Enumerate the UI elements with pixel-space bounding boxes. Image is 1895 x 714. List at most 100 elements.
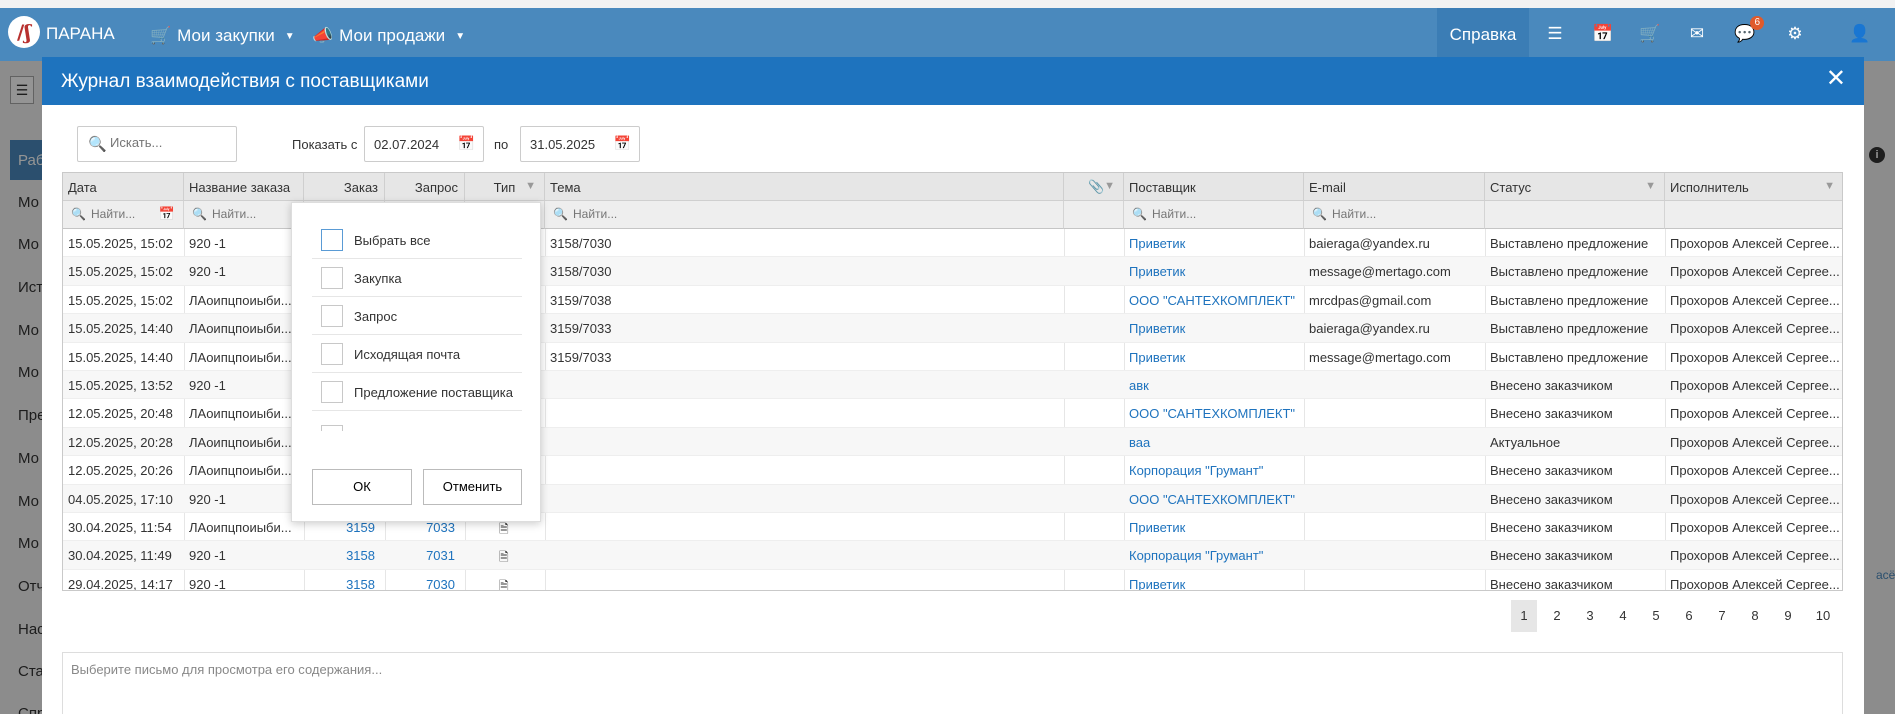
column-header-supplier[interactable]: Поставщик xyxy=(1124,173,1304,201)
cell-date: 15.05.2025, 15:02 xyxy=(68,292,173,308)
column-header-attachment[interactable]: 📎 ▼ xyxy=(1064,173,1124,201)
column-header-executor[interactable]: Исполнитель ▼ xyxy=(1665,173,1842,201)
page-5[interactable]: 5 xyxy=(1643,600,1669,632)
filter-option-request[interactable]: Запрос xyxy=(312,297,522,335)
filter-option-outgoing-mail[interactable]: Исходящая почта xyxy=(312,335,522,373)
sitemap-icon[interactable]: ⚙ xyxy=(1780,22,1810,46)
filter-icon[interactable]: ▼ xyxy=(525,180,536,192)
page-6[interactable]: 6 xyxy=(1676,600,1702,632)
filter-supplier[interactable]: 🔍 xyxy=(1124,201,1304,229)
date-to-field[interactable]: 31.05.2025 📅 xyxy=(520,126,640,162)
page-7[interactable]: 7 xyxy=(1709,600,1735,632)
type-filter-popup: Выбрать все Закупка Запрос Исходящая поч… xyxy=(291,202,541,522)
filter-option-purchase[interactable]: Закупка xyxy=(312,259,522,297)
document-icon[interactable]: 🗎 xyxy=(499,577,513,590)
filter-supplier-input[interactable] xyxy=(1152,207,1278,221)
cell-supplier-link[interactable]: Приветик xyxy=(1129,577,1299,590)
column-header-topic[interactable]: Тема xyxy=(545,173,1064,201)
document-icon[interactable]: 🗎 xyxy=(499,548,513,569)
column-header-status[interactable]: Статус ▼ xyxy=(1485,173,1665,201)
page-10[interactable]: 10 xyxy=(1808,600,1838,632)
filter-icon[interactable]: ▼ xyxy=(1824,180,1835,192)
filter-icon[interactable]: ▼ xyxy=(1645,180,1656,192)
user-icon[interactable]: 👤 xyxy=(1845,22,1875,46)
cell-request-link[interactable]: 7031 xyxy=(389,548,455,563)
filter-icon[interactable]: ▼ xyxy=(1104,180,1115,192)
calendar-icon[interactable]: 📅 xyxy=(614,135,631,152)
cell-order-name: ЛАоипцпоиыби... xyxy=(189,434,292,450)
filter-email-input[interactable] xyxy=(1332,207,1458,221)
search-input[interactable] xyxy=(110,135,230,150)
table-row[interactable]: 30.04.2025, 11:49 920 -1 3158 7031 🗎 Кор… xyxy=(63,541,1842,570)
cell-supplier-link[interactable]: Корпорация "Грумант" xyxy=(1129,463,1299,478)
table-row[interactable]: 29.04.2025, 14:17 920 -1 3158 7030 🗎 При… xyxy=(63,570,1842,590)
cell-supplier-link[interactable]: ООО "САНТЕХКОМПЛЕКТ" xyxy=(1129,492,1299,507)
logo-icon[interactable]: /ʃ xyxy=(8,16,40,48)
page-8[interactable]: 8 xyxy=(1742,600,1768,632)
filter-option-select-all[interactable]: Выбрать все xyxy=(312,221,522,259)
cell-date: 15.05.2025, 14:40 xyxy=(68,321,173,337)
cell-date: 30.04.2025, 11:49 xyxy=(68,548,172,564)
filter-topic[interactable]: 🔍 xyxy=(545,201,1064,229)
cell-supplier-link[interactable]: Приветик xyxy=(1129,350,1299,365)
column-header-date[interactable]: Дата xyxy=(63,173,184,201)
cell-supplier-link[interactable]: ООО "САНТЕХКОМПЛЕКТ" xyxy=(1129,406,1299,421)
cell-order-name: ЛАоипцпоиыби... xyxy=(189,519,292,535)
checkbox[interactable] xyxy=(321,381,343,403)
ok-button[interactable]: ОК xyxy=(312,469,412,505)
calendar-icon[interactable]: 📅 xyxy=(1588,22,1618,46)
cart-icon[interactable]: 🛒 xyxy=(1635,22,1665,46)
cell-supplier-link[interactable]: Приветик xyxy=(1129,321,1299,336)
calendar-icon[interactable]: 📅 xyxy=(159,206,175,222)
search-field[interactable]: 🔍 xyxy=(77,126,237,162)
cell-supplier-link[interactable]: ООО "САНТЕХКОМПЛЕКТ" xyxy=(1129,293,1299,308)
cell-request-link[interactable]: 7033 xyxy=(389,520,455,535)
filter-topic-input[interactable] xyxy=(573,207,936,221)
list-icon[interactable]: ☰ xyxy=(1540,22,1570,46)
filter-date-input[interactable] xyxy=(91,207,141,221)
checkbox[interactable] xyxy=(321,229,343,251)
chat-icon[interactable]: 💬 6 xyxy=(1730,16,1764,46)
page-4[interactable]: 4 xyxy=(1610,600,1636,632)
cell-supplier-link[interactable]: Приветик xyxy=(1129,520,1299,535)
checkbox[interactable] xyxy=(321,305,343,327)
menu-purchases[interactable]: 🛒 Мои закупки ▼ xyxy=(150,26,295,46)
calendar-icon[interactable]: 📅 xyxy=(458,135,475,152)
column-header-type[interactable]: Тип ▼ xyxy=(465,173,545,201)
cancel-button[interactable]: Отменить xyxy=(423,469,522,505)
page-3[interactable]: 3 xyxy=(1577,600,1603,632)
cell-order-link[interactable]: 3159 xyxy=(308,520,375,535)
cell-order-link[interactable]: 3158 xyxy=(308,548,375,563)
filter-date[interactable]: 🔍 📅 xyxy=(63,201,184,229)
column-header-order-name[interactable]: Название заказа xyxy=(184,173,304,201)
column-header-request[interactable]: Запрос xyxy=(385,173,465,201)
envelope-icon[interactable]: ✉ xyxy=(1682,22,1712,46)
page-1[interactable]: 1 xyxy=(1511,600,1537,632)
checkbox[interactable] xyxy=(321,267,343,289)
filter-option-supplier-offer[interactable]: Предложение поставщика xyxy=(312,373,522,411)
help-link[interactable]: Справка xyxy=(1437,8,1529,61)
page-2[interactable]: 2 xyxy=(1544,600,1570,632)
date-from-field[interactable]: 02.07.2024 📅 xyxy=(364,126,484,162)
cell-order-link[interactable]: 3158 xyxy=(308,577,375,590)
close-icon[interactable]: ✕ xyxy=(1826,67,1846,91)
cell-supplier-link[interactable]: Приветик xyxy=(1129,264,1299,279)
brand-name[interactable]: ПАРАНА xyxy=(46,24,115,44)
page-9[interactable]: 9 xyxy=(1775,600,1801,632)
cell-supplier-link[interactable]: Корпорация "Грумант" xyxy=(1129,548,1299,563)
filter-option-label: Исходящая почта xyxy=(354,347,461,362)
filter-order-name-input[interactable] xyxy=(212,207,296,221)
top-navbar: /ʃ ПАРАНА 🛒 Мои закупки ▼ 📣 Мои продажи … xyxy=(0,8,1895,61)
document-icon[interactable]: 🗎 xyxy=(499,520,513,541)
cell-supplier-link[interactable]: ваа xyxy=(1129,435,1299,450)
cell-supplier-link[interactable]: Приветик xyxy=(1129,236,1299,251)
filter-email[interactable]: 🔍 xyxy=(1304,201,1485,229)
column-header-order[interactable]: Заказ xyxy=(304,173,385,201)
checkbox[interactable] xyxy=(321,343,343,365)
cell-supplier-link[interactable]: авк xyxy=(1129,378,1299,393)
caret-down-icon: ▼ xyxy=(284,30,295,42)
filter-order-name[interactable]: 🔍 xyxy=(184,201,304,229)
column-header-email[interactable]: E-mail xyxy=(1304,173,1485,201)
cell-request-link[interactable]: 7030 xyxy=(389,577,455,590)
menu-sales[interactable]: 📣 Мои продажи ▼ xyxy=(312,26,465,46)
